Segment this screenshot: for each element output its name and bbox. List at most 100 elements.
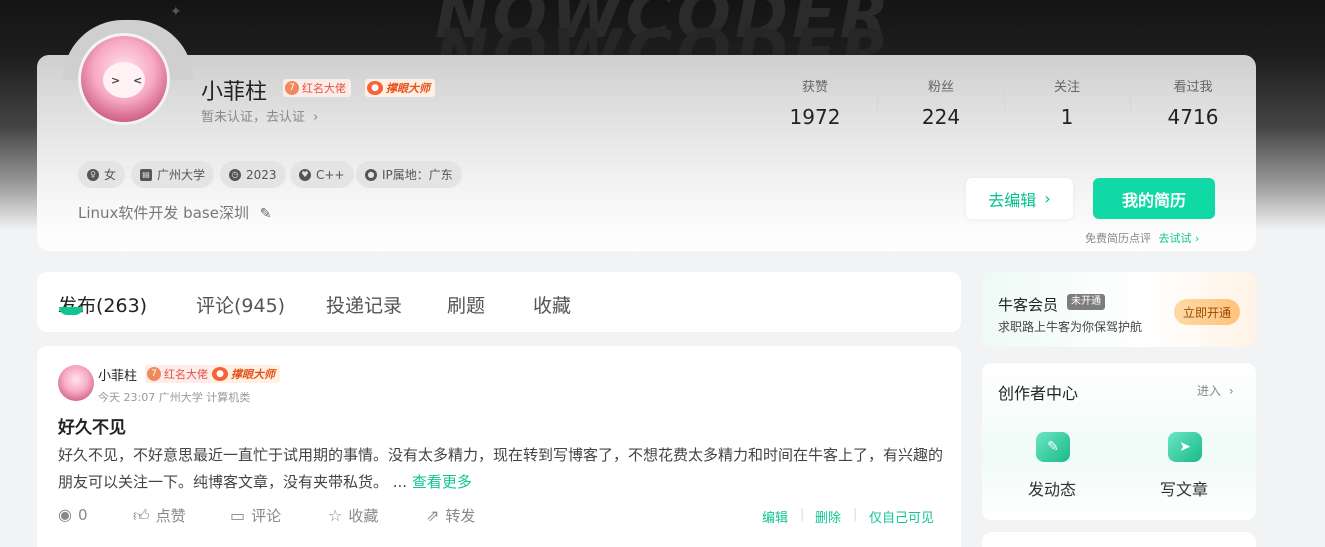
stat-label: 获赞 — [801, 80, 828, 95]
views-value: 0 — [77, 505, 88, 524]
stat-value: 1972 — [789, 105, 841, 129]
share-icon: ⇗ — [426, 506, 440, 525]
stat-divider — [877, 90, 878, 112]
like-button[interactable]: 👍︎ 点赞 — [133, 505, 186, 526]
stat-visitors[interactable]: 看过我 4716 — [1138, 76, 1248, 129]
post-visibility-link[interactable]: 仅自己可见 — [869, 507, 934, 526]
action-divider: | — [853, 507, 858, 522]
tag-label: 2023 — [246, 167, 277, 182]
my-resume-label: 我的简历 — [1121, 190, 1186, 210]
tag-label: 女 — [104, 168, 117, 182]
stat-divider — [1130, 90, 1131, 112]
post-delete-link[interactable]: 删除 — [815, 507, 841, 526]
resume-hint-text: 免费简历点评 — [1085, 232, 1151, 245]
edit-profile-button[interactable]: 去编辑 › — [966, 178, 1073, 219]
avatar-eye-icon: > — [111, 74, 121, 87]
stat-value: 4716 — [1167, 105, 1219, 129]
tab-favorites[interactable]: 收藏 — [533, 291, 571, 318]
post-moment-label[interactable]: 发动态 — [1028, 476, 1076, 500]
banner-decoration-icon: ✦ — [170, 4, 182, 20]
post-edit-link[interactable]: 编辑 — [762, 507, 788, 526]
like-label: 点赞 — [155, 507, 186, 525]
clock-icon: ◷ — [229, 168, 241, 181]
thumbs-up-icon: 👍︎ — [133, 505, 150, 525]
comment-label: 评论 — [251, 507, 282, 525]
comment-button[interactable]: ▭ 评论 — [230, 505, 281, 526]
level-icon: 7 — [285, 81, 299, 95]
views-count: ◉ 0 — [58, 505, 88, 524]
gender-icon: ♀ — [87, 168, 99, 181]
post-title[interactable]: 好久不见 — [58, 413, 126, 438]
location-pin-icon: ● — [365, 168, 377, 181]
share-label: 转发 — [445, 507, 476, 525]
edit-pencil-icon[interactable]: ✎ — [260, 206, 272, 222]
verify-link[interactable]: 暂未认证，去认证 › — [201, 106, 318, 125]
sidebar-next-card — [982, 532, 1256, 547]
tag-school: ▤ 广州大学 — [131, 161, 215, 188]
tag-label: C++ — [316, 167, 345, 182]
tag-gender: ♀ 女 — [78, 161, 126, 188]
star-icon: ☆ — [328, 506, 343, 525]
master-badge-label: 撑眼大师 — [231, 368, 275, 381]
user-avatar[interactable]: > < — [78, 33, 170, 125]
write-article-icon[interactable]: ➤ — [1168, 432, 1202, 462]
tab-practice[interactable]: 刷题 — [447, 291, 485, 318]
collect-label: 收藏 — [348, 507, 379, 525]
vip-activate-button[interactable]: 立即开通 — [1174, 299, 1240, 325]
stat-value: 1 — [1060, 105, 1074, 129]
post-master-badge[interactable]: ● 撑眼大师 — [210, 365, 280, 383]
my-resume-button[interactable]: 我的简历 — [1093, 178, 1215, 219]
stat-followers[interactable]: 粉丝 224 — [886, 76, 996, 129]
master-badge-label: 撑眼大师 — [386, 82, 430, 95]
post-author-avatar[interactable] — [58, 365, 94, 401]
chevron-right-icon: › — [1228, 384, 1234, 398]
chevron-right-icon: › — [313, 110, 319, 125]
edit-profile-label: 去编辑 — [988, 190, 1037, 210]
level-icon: 7 — [147, 367, 161, 381]
creator-enter-label: 进入 — [1197, 384, 1222, 398]
post-moment-icon[interactable]: ✎ — [1036, 432, 1070, 462]
profile-username: 小菲柱 — [201, 80, 268, 105]
red-name-badge-label: 红名大佬 — [164, 368, 208, 381]
red-name-badge-label: 红名大佬 — [302, 82, 346, 95]
master-badge[interactable]: ● 撑眼大师 — [365, 79, 435, 97]
resume-try-label: 去试试 — [1158, 232, 1192, 245]
stat-value: 224 — [921, 105, 961, 129]
share-button[interactable]: ⇗ 转发 — [426, 505, 475, 526]
heart-icon: ♥ — [299, 168, 311, 181]
tag-ip-location: ● IP属地：广东 — [356, 161, 462, 188]
post-meta: 今天 23:07 广州大学 计算机类 — [98, 391, 251, 404]
profile-bio: Linux软件开发 base深圳 ✎ — [78, 202, 271, 223]
pig-icon: ● — [367, 81, 383, 95]
write-article-label[interactable]: 写文章 — [1160, 476, 1208, 500]
post-body-text: 好久不见，不好意思最近一直忙于试用期的事情。没有太多精力，现在转到写博客了，不想… — [58, 446, 944, 491]
red-name-badge[interactable]: 7 红名大佬 — [283, 79, 351, 97]
stat-label: 粉丝 — [927, 80, 954, 95]
pig-icon: ● — [212, 367, 228, 381]
collect-button[interactable]: ☆ 收藏 — [328, 505, 378, 526]
stat-likes[interactable]: 获赞 1972 — [760, 76, 870, 129]
action-divider: | — [800, 507, 805, 522]
creator-enter-link[interactable]: 进入 › — [1197, 382, 1234, 399]
profile-tabs — [37, 272, 961, 332]
tab-applications[interactable]: 投递记录 — [326, 291, 402, 318]
resume-try-link[interactable]: 去试试 › — [1159, 232, 1200, 245]
tab-comments[interactable]: 评论(945) — [196, 291, 285, 318]
view-more-link[interactable]: 查看更多 — [412, 473, 472, 491]
tag-label: IP属地：广东 — [382, 168, 453, 182]
verify-text: 暂未认证，去认证 — [201, 110, 306, 125]
chevron-right-icon: › — [1044, 189, 1051, 208]
comment-icon: ▭ — [230, 506, 246, 525]
resume-review-hint: 免费简历点评 去试试 › — [1085, 230, 1199, 246]
post-author-name[interactable]: 小菲柱 — [98, 365, 137, 384]
creator-center-title: 创作者中心 — [998, 384, 1079, 403]
stat-following[interactable]: 关注 1 — [1012, 76, 1122, 129]
stat-label: 看过我 — [1173, 80, 1213, 95]
vip-subtitle: 求职路上牛客为你保驾护航 — [998, 320, 1143, 334]
stat-label: 关注 — [1053, 80, 1080, 95]
post-body: 好久不见，不好意思最近一直忙于试用期的事情。没有太多精力，现在转到写博客了，不想… — [58, 442, 948, 496]
school-icon: ▤ — [140, 168, 152, 181]
post-red-name-badge[interactable]: 7 红名大佬 — [145, 365, 213, 383]
tag-label: 广州大学 — [157, 168, 206, 182]
stat-divider — [1004, 90, 1005, 112]
